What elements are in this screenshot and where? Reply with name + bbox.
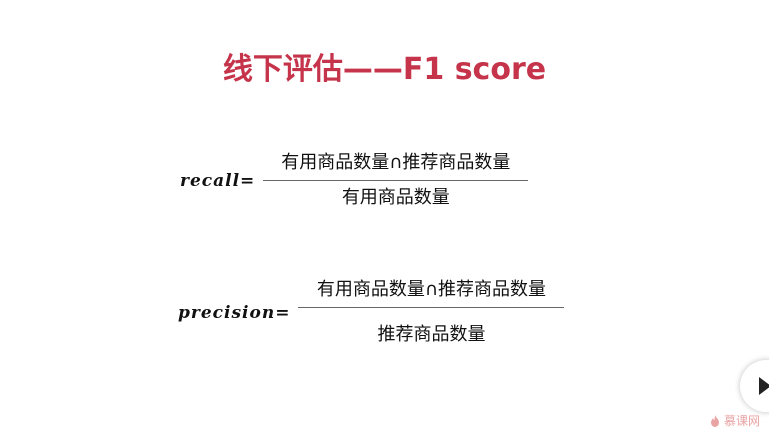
flame-icon [711,414,719,427]
slide-title: 线下评估——F1 score [222,52,547,87]
watermark: 慕课网 [710,412,760,429]
precision-fraction-bar [298,307,565,308]
precision-formula: precision= 有用商品数量∩推荐商品数量 推荐商品数量 [178,279,565,346]
precision-fraction: 有用商品数量∩推荐商品数量 推荐商品数量 [298,279,565,346]
precision-label: precision= [178,302,291,323]
recall-fraction: 有用商品数量∩推荐商品数量 有用商品数量 [263,152,529,209]
recall-fraction-bar [263,180,529,181]
slide: 线下评估——F1 score recall= 有用商品数量∩推荐商品数量 有用商… [0,0,769,430]
recall-numerator: 有用商品数量∩推荐商品数量 [281,152,511,173]
recall-label: recall= [180,170,256,191]
recall-denominator: 有用商品数量 [341,187,450,208]
precision-denominator: 推荐商品数量 [377,324,486,345]
recall-formula: recall= 有用商品数量∩推荐商品数量 有用商品数量 [180,152,529,209]
play-triangle-icon [759,377,769,395]
precision-numerator: 有用商品数量∩推荐商品数量 [316,279,547,300]
watermark-text: 慕课网 [724,414,761,428]
next-slide-button[interactable] [740,360,769,412]
